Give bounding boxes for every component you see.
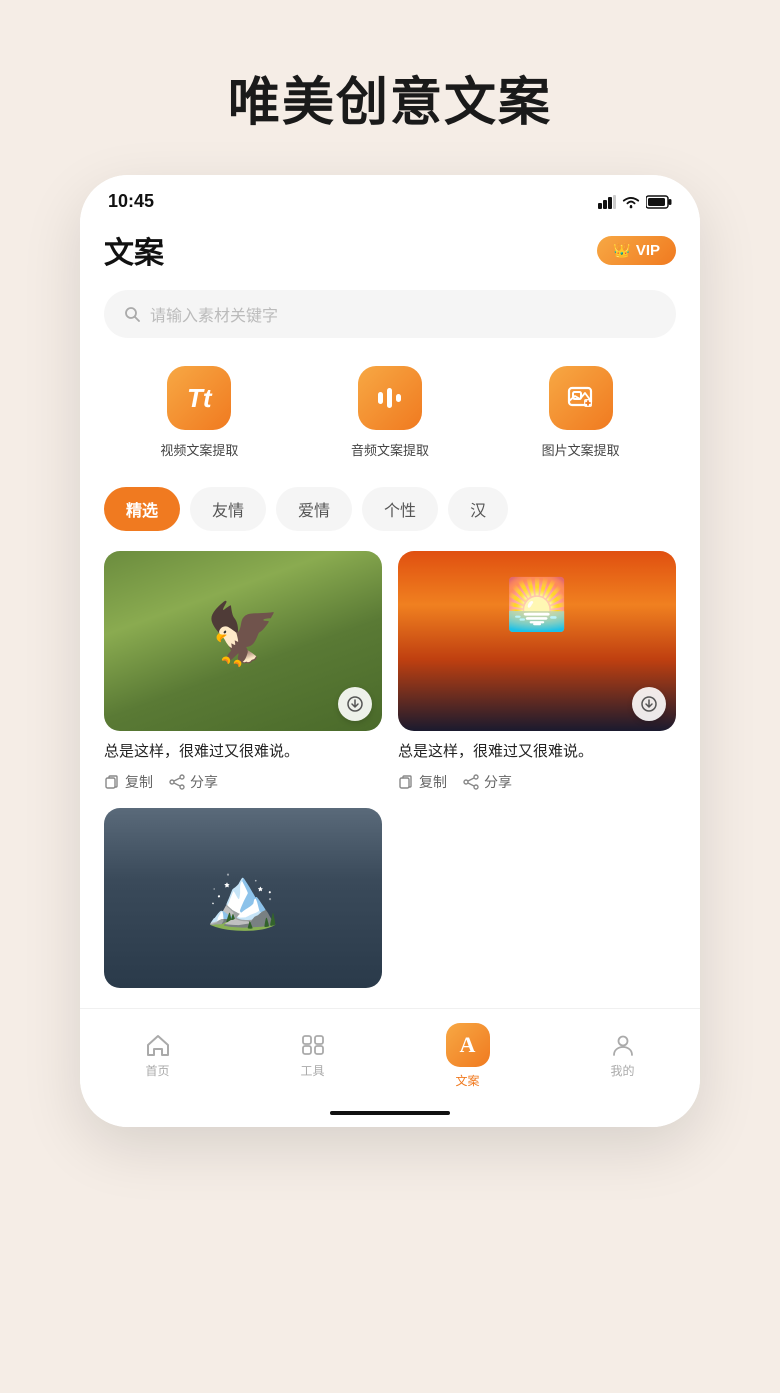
card-actions-2: 复制 分享 [398,772,676,792]
tool-audio[interactable]: 音频文案提取 [351,366,429,459]
wifi-icon [622,195,640,209]
page-title: 唯美创意文案 [228,60,552,135]
status-bar: 10:45 [80,175,700,220]
vip-badge[interactable]: 👑 VIP [597,236,676,265]
nav-profile-label: 我的 [610,1062,634,1079]
search-icon [124,306,140,322]
card-image-mountain [104,808,382,988]
signal-icon [598,195,616,209]
download-btn-2[interactable] [632,687,666,721]
tool-audio-label: 音频文案提取 [351,440,429,459]
tool-image-label: 图片文案提取 [542,440,620,459]
nav-tools[interactable]: 工具 [283,1033,343,1079]
home-indicator [330,1111,450,1115]
nav-home[interactable]: 首页 [128,1033,188,1079]
status-time: 10:45 [108,191,154,212]
card-text-2: 总是这样，很难过又很难说。 [398,741,676,764]
tab-friendship[interactable]: 友情 [190,487,266,531]
nav-home-label: 首页 [145,1062,169,1079]
nav-profile[interactable]: 我的 [593,1033,653,1079]
tool-audio-icon [358,366,422,430]
content-card-2: 总是这样，很难过又很难说。 复制 [398,551,676,792]
content-card-1: 总是这样，很难过又很难说。 复制 [104,551,382,792]
copy-btn-2[interactable]: 复制 [398,772,447,792]
share-label-2: 分享 [484,772,512,792]
content-grid: 总是这样，很难过又很难说。 复制 [104,551,676,988]
tool-video-label: 视频文案提取 [160,440,238,459]
nav-profile-icon [610,1033,636,1057]
download-btn-1[interactable] [338,687,372,721]
tool-video-icon: Tt [167,366,231,430]
card-image-bird [104,551,382,731]
copy-label-2: 复制 [419,772,447,792]
phone-frame: 10:45 [80,175,700,1127]
nav-home-icon [145,1033,171,1057]
tab-personality[interactable]: 个性 [362,487,438,531]
tool-image[interactable]: 图片文案提取 [542,366,620,459]
app-header-title: 文案 [104,228,164,272]
tool-image-icon [549,366,613,430]
nav-wencase-label: 文案 [455,1072,479,1089]
card-image-sunset [398,551,676,731]
app-header: 文案 👑 VIP [104,220,676,272]
tab-more[interactable]: 汉 [448,487,508,531]
share-btn-1[interactable]: 分享 [169,772,218,792]
card-actions-1: 复制 分享 [104,772,382,792]
search-bar[interactable]: 请输入素材关键字 [104,290,676,338]
tab-featured[interactable]: 精选 [104,487,180,531]
share-label-1: 分享 [190,772,218,792]
share-btn-2[interactable]: 分享 [463,772,512,792]
nav-wencase-icon: A [446,1023,490,1067]
vip-label: VIP [636,242,660,259]
card-text-1: 总是这样，很难过又很难说。 [104,741,382,764]
content-card-3 [104,808,382,988]
battery-icon [646,195,672,209]
copy-label-1: 复制 [125,772,153,792]
search-placeholder: 请输入素材关键字 [150,302,278,326]
tab-love[interactable]: 爱情 [276,487,352,531]
status-icons [598,195,672,209]
vip-crown-icon: 👑 [613,242,630,259]
copy-btn-1[interactable]: 复制 [104,772,153,792]
tool-video[interactable]: Tt 视频文案提取 [160,366,238,459]
nav-tools-label: 工具 [300,1062,324,1079]
category-tabs: 精选 友情 爱情 个性 汉 [104,487,676,531]
nav-wencase[interactable]: A 文案 [438,1023,498,1089]
app-content: 文案 👑 VIP 请输入素材关键字 Tt 视频文案提取 [80,220,700,1008]
bottom-nav: 首页 工具 A 文案 我的 [80,1008,700,1097]
tools-grid: Tt 视频文案提取 音频文案提取 [104,366,676,459]
nav-tools-icon [300,1033,326,1057]
